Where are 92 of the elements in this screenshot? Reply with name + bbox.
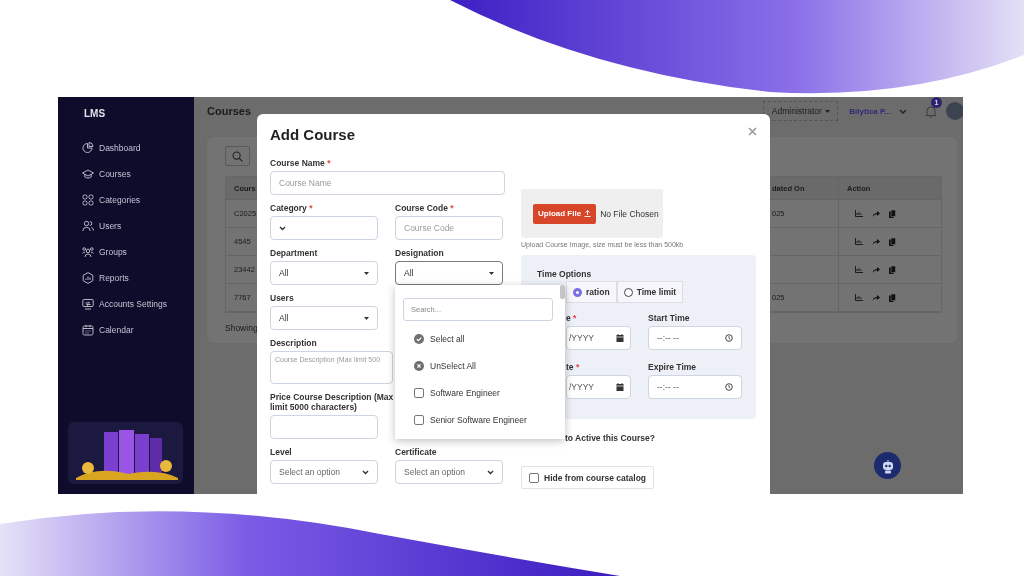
bell-icon[interactable]: [925, 104, 937, 118]
chevron-icon: [362, 469, 369, 475]
table-footer-text: Showing: [225, 323, 258, 333]
check-circle-icon: [414, 333, 424, 344]
grid-icon: [82, 194, 94, 206]
report-icon: [82, 272, 94, 284]
section-label: Time Options: [537, 269, 592, 279]
sidebar-item[interactable]: Reports: [80, 269, 135, 287]
caret-icon: [364, 271, 369, 275]
calendar-icon: [616, 334, 624, 342]
sidebar-item[interactable]: Groups: [80, 243, 133, 261]
upload-icon: [584, 210, 592, 217]
logo: LMS: [84, 107, 106, 121]
calendar-icon: [82, 324, 94, 336]
share-arrow-icon[interactable]: [872, 294, 880, 301]
caret-icon: [824, 109, 830, 113]
share-arrow-icon[interactable]: [872, 210, 880, 217]
dropdown-option[interactable]: Senior Software Engineer: [403, 406, 527, 433]
sidebar-item[interactable]: Courses: [80, 165, 137, 183]
copy-icon[interactable]: [889, 209, 896, 218]
sidebar-item[interactable]: Accounts Settings: [80, 295, 174, 313]
field-label: Start Time: [648, 313, 690, 323]
upload-button[interactable]: Upload File: [533, 203, 597, 224]
chevron-icon: [279, 225, 286, 231]
select-field[interactable]: All: [395, 261, 503, 285]
avatar[interactable]: [946, 102, 963, 120]
date-field[interactable]: /YYYY: [566, 326, 631, 350]
users-icon: [82, 220, 94, 232]
caret-icon: [489, 271, 494, 275]
page-title: Courses: [207, 105, 252, 117]
dropdown-option[interactable]: UnSelect All: [403, 352, 476, 379]
field-label: Course Code *: [395, 203, 454, 213]
sidebar-item[interactable]: Users: [80, 217, 128, 235]
graduation-cap-icon: [82, 168, 94, 180]
field-label: Designation: [395, 248, 444, 258]
field-label: Description: [270, 338, 317, 348]
field-label: Level: [270, 447, 292, 457]
field-label: Department: [270, 248, 318, 258]
chart-icon[interactable]: [855, 238, 863, 245]
field-label: Certificate: [395, 447, 437, 457]
share-arrow-icon[interactable]: [872, 238, 880, 245]
chart-icon[interactable]: [855, 266, 863, 273]
field-label: Category *: [270, 203, 313, 213]
copy-icon[interactable]: [889, 265, 896, 274]
field-label: Users: [270, 293, 294, 303]
text-input[interactable]: Course Code: [395, 216, 503, 240]
dropdown-option[interactable]: Software Engineer: [403, 379, 500, 406]
close-icon[interactable]: [748, 127, 757, 136]
select-field[interactable]: All: [270, 261, 378, 285]
sidebar-item[interactable]: Dashboard: [80, 139, 147, 157]
date-field[interactable]: /YYYY: [566, 375, 631, 399]
scrollbar-thumb: [560, 285, 565, 299]
x-circle-icon: [414, 360, 424, 371]
field-label: to Active this Course?: [565, 433, 655, 443]
group-icon: [82, 246, 94, 258]
chart-icon[interactable]: [855, 294, 863, 301]
chatbot-button[interactable]: [874, 452, 901, 479]
copy-icon[interactable]: [889, 237, 896, 246]
file-status: No File Chosen: [600, 208, 659, 219]
checkbox-option[interactable]: Hide from course catalog: [521, 466, 655, 489]
copy-icon[interactable]: [889, 293, 896, 302]
search-button[interactable]: [225, 146, 250, 166]
sidebar-item[interactable]: Categories: [80, 191, 147, 209]
field-label: Expire Time: [648, 362, 697, 372]
text-input[interactable]: Course Name: [270, 171, 505, 195]
field-label: te *: [566, 362, 580, 372]
share-arrow-icon[interactable]: [872, 266, 880, 273]
time-field[interactable]: --:-- --: [648, 326, 742, 350]
field-label: e *: [566, 313, 577, 323]
clock-icon: [725, 334, 733, 342]
field-label: Price Course Description (Max limit 5000 characters): [270, 392, 395, 412]
select-field[interactable]: Select an option: [395, 460, 503, 484]
caret-icon: [364, 316, 369, 320]
text-input[interactable]: [270, 415, 378, 439]
select-field[interactable]: All: [270, 306, 378, 330]
field-label: Course Name *: [270, 158, 331, 168]
chart-icon[interactable]: [855, 210, 863, 217]
sidebar-item[interactable]: Calendar: [80, 321, 140, 339]
dialog-title: Add Course: [270, 125, 355, 145]
chevron-icon: [487, 469, 494, 475]
radio-option[interactable]: Time limit: [616, 281, 684, 303]
dropdown-option[interactable]: Select all: [403, 325, 465, 352]
time-field[interactable]: --:-- --: [648, 375, 742, 399]
select-field[interactable]: [270, 216, 378, 240]
calendar-icon: [616, 383, 624, 391]
radio-option[interactable]: ration: [566, 281, 617, 303]
pie-chart-icon: [82, 142, 94, 154]
monitor-icon: [82, 298, 94, 310]
clock-icon: [725, 383, 733, 391]
select-field[interactable]: Select an option: [270, 460, 378, 484]
chevron-icon: [899, 108, 907, 114]
search-icon: [232, 150, 243, 162]
